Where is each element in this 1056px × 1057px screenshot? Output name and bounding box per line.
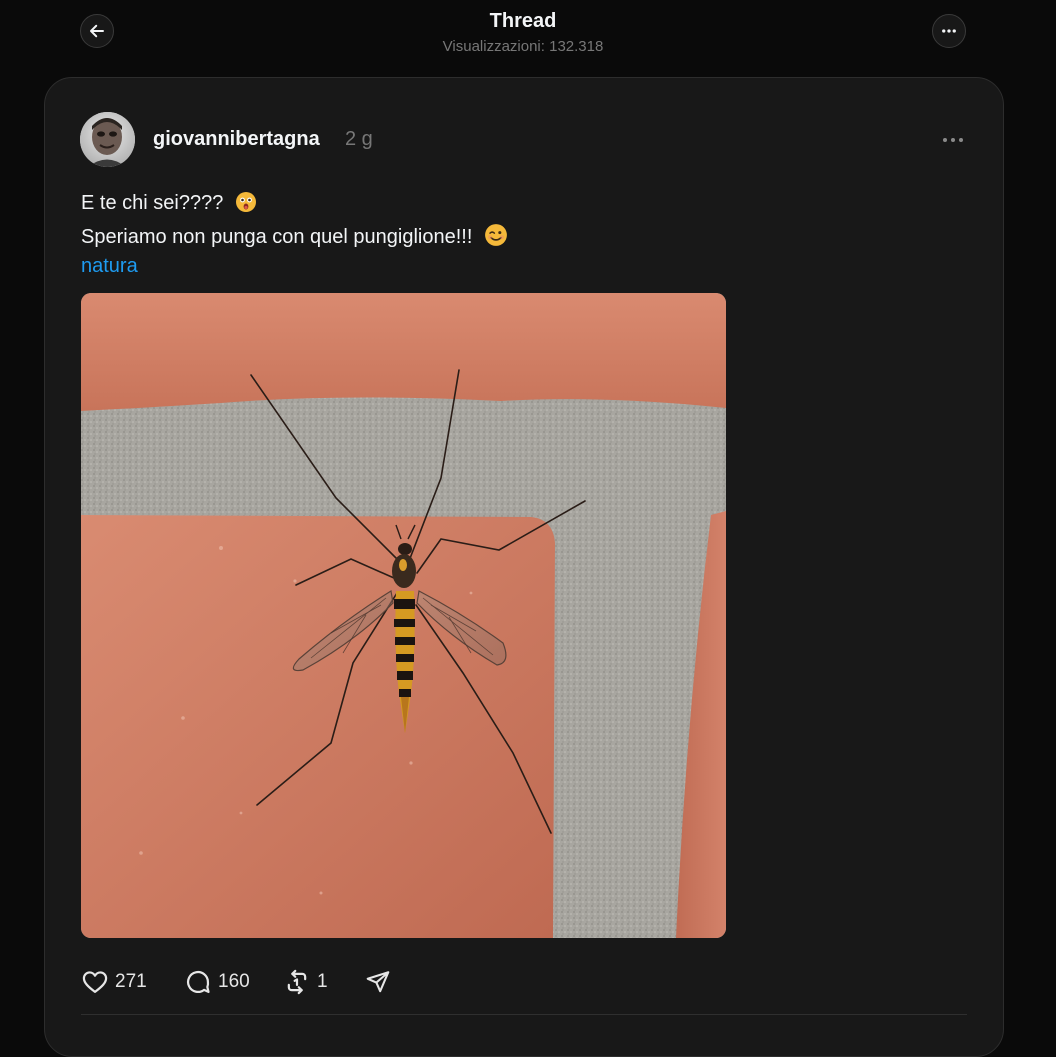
send-icon [366, 971, 390, 993]
post-text: E te chi sei???? [81, 192, 224, 214]
post-more-button[interactable] [938, 130, 968, 150]
topic-tag-link[interactable]: natura [81, 255, 138, 278]
divider [81, 1014, 967, 1015]
repost-icon [287, 969, 307, 995]
avatar[interactable] [80, 112, 135, 167]
speech-bubble-icon [187, 970, 210, 994]
share-button[interactable] [365, 966, 391, 998]
astonished-face-emoji [235, 191, 257, 219]
post-text: Speriamo non punga con quel pungiglione!… [81, 226, 473, 248]
reply-button[interactable]: 160 [184, 966, 250, 998]
post-text-line-2: Speriamo non punga con quel pungiglione!… [81, 223, 508, 253]
reply-count: 160 [218, 971, 250, 992]
view-count: Visualizzazioni: 132.318 [442, 38, 604, 55]
ellipsis-icon [943, 138, 963, 142]
winking-face-emoji [484, 223, 508, 253]
page-title: Thread [489, 10, 557, 32]
like-button[interactable]: 271 [81, 966, 147, 998]
post-image[interactable] [81, 293, 726, 938]
repost-count: 1 [317, 971, 328, 992]
post-text-line-1: E te chi sei???? [81, 191, 257, 219]
repost-button[interactable]: 1 [283, 966, 328, 998]
like-count: 271 [115, 971, 147, 992]
ellipsis-icon [942, 29, 956, 33]
post-timestamp[interactable]: 2 g [345, 128, 373, 151]
post-username[interactable]: giovannibertagna [153, 128, 320, 151]
thread-header: Thread Visualizzazioni: 132.318 [0, 0, 1056, 76]
more-options-button[interactable] [932, 14, 966, 48]
heart-icon [82, 971, 108, 994]
